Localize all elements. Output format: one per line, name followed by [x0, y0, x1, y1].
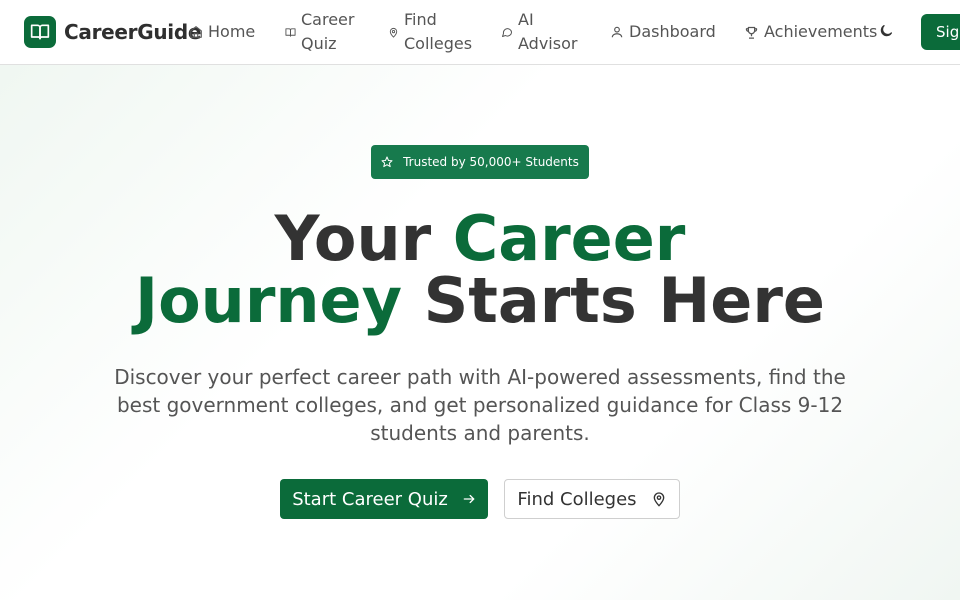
nav-label: Achievements: [764, 22, 878, 41]
map-pin-icon: [388, 27, 399, 38]
trust-badge: Trusted by 50,000+ Students: [371, 145, 589, 179]
sign-in-button[interactable]: Sign In: [921, 14, 960, 50]
nav-label: Career Quiz: [301, 10, 355, 53]
nav-item-dashboard[interactable]: Dashboard: [610, 20, 716, 44]
nav-item-career-quiz[interactable]: Career Quiz: [285, 8, 361, 56]
nav-label: AI Advisor: [518, 10, 578, 53]
user-icon: [610, 25, 624, 39]
trophy-icon: [744, 25, 759, 40]
hero-title: Your Career Journey Starts Here: [0, 208, 960, 332]
top-navbar: CareerGuide Home Career Quiz Find Colleg…: [0, 0, 960, 65]
map-pin-icon: [651, 491, 667, 507]
chat-bubble-icon: [501, 26, 513, 38]
brand-logo[interactable]: CareerGuide: [24, 16, 201, 48]
nav-item-find-colleges[interactable]: Find Colleges: [388, 8, 473, 56]
nav-item-ai-advisor[interactable]: AI Advisor: [501, 8, 578, 56]
star-icon: [381, 156, 393, 168]
button-label: Start Career Quiz: [292, 488, 448, 510]
nav-label: Find Colleges: [404, 10, 473, 53]
brand-name: CareerGuide: [64, 20, 202, 44]
title-part-2: Starts Here: [402, 264, 825, 337]
start-career-quiz-button[interactable]: Start Career Quiz: [280, 479, 488, 519]
button-label: Find Colleges: [517, 488, 637, 510]
nav-item-achievements[interactable]: Achievements: [744, 20, 877, 44]
open-book-icon: [24, 16, 56, 48]
find-colleges-button[interactable]: Find Colleges: [504, 479, 680, 519]
nav-item-home[interactable]: Home: [189, 20, 255, 44]
hero-subtitle: Discover your perfect career path with A…: [114, 365, 846, 445]
nav-label: Dashboard: [629, 22, 716, 41]
nav-label: Home: [208, 22, 256, 41]
title-highlight-journey: Journey: [135, 264, 402, 337]
book-icon: [285, 27, 296, 38]
moon-icon[interactable]: [878, 23, 894, 43]
badge-text: Trusted by 50,000+ Students: [403, 155, 579, 169]
home-icon: [189, 25, 203, 39]
arrow-right-icon: [462, 492, 476, 506]
